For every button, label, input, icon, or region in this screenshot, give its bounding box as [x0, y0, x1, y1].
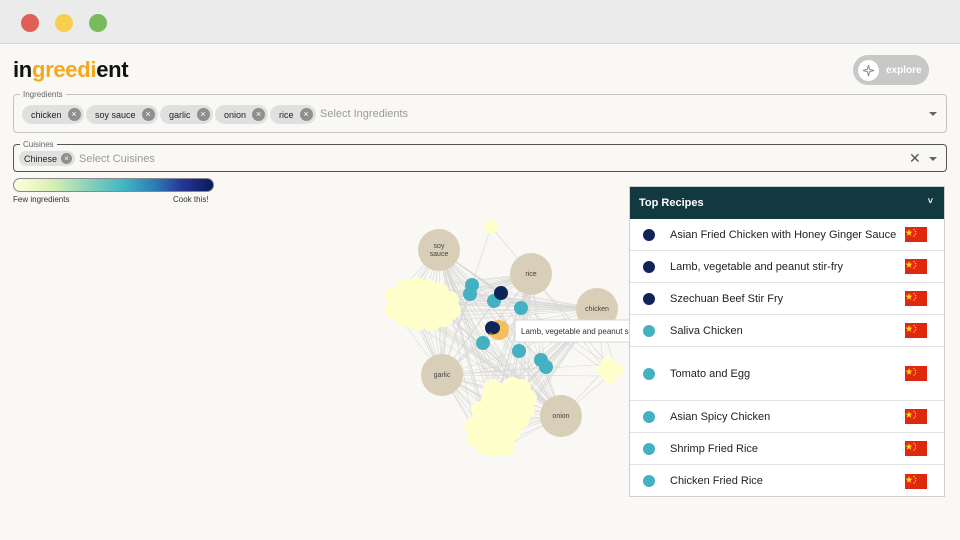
- explore-button-label: explore: [886, 64, 922, 76]
- remove-chip-icon[interactable]: ×: [67, 108, 81, 121]
- ingredient-chip-soy-sauce[interactable]: soy sauce ×: [86, 105, 158, 124]
- explore-button[interactable]: explore: [853, 55, 929, 85]
- recipe-score-dot: [643, 324, 655, 337]
- cuisines-dropdown-icon[interactable]: [929, 157, 937, 161]
- ingredient-chip-chicken[interactable]: chicken ×: [22, 105, 84, 124]
- recipe-score-dot: [643, 442, 655, 455]
- cuisine-chip-chinese[interactable]: Chinese ×: [19, 151, 76, 166]
- recipe-tooltip-text: Lamb, vegetable and peanut s: [521, 327, 629, 336]
- recipe-name: Lamb, vegetable and peanut stir-fry: [670, 260, 844, 273]
- logo-text-greedi: greedi: [31, 57, 97, 82]
- ingredients-search-input[interactable]: Select Ingredients: [320, 108, 408, 120]
- ingredients-dropdown-icon[interactable]: [929, 112, 937, 116]
- recipe-score-dot: [643, 410, 655, 423]
- china-flag-icon: [905, 323, 927, 338]
- recipe-node[interactable]: [512, 344, 526, 358]
- recipe-score-dot: [643, 260, 655, 273]
- china-flag-icon: [905, 227, 927, 242]
- recipe-list: Asian Fried Chicken with Honey Ginger Sa…: [630, 219, 944, 497]
- minimize-window-button[interactable]: [55, 14, 73, 32]
- ingredient-chip-onion[interactable]: onion ×: [215, 105, 269, 124]
- remove-chip-icon[interactable]: ×: [299, 108, 313, 121]
- app-logo[interactable]: ingreedient: [13, 57, 129, 83]
- recipe-name: Szechuan Beef Stir Fry: [670, 292, 784, 305]
- china-flag-icon: [905, 473, 927, 489]
- recipe-node[interactable]: [441, 291, 459, 309]
- recipe-node[interactable]: [514, 301, 528, 315]
- chip-label: soy sauce: [95, 109, 136, 120]
- recipe-name: Chicken Fried Rice: [670, 475, 763, 487]
- recipe-row[interactable]: Asian Spicy Chicken: [630, 401, 944, 433]
- china-flag-icon: [905, 259, 927, 274]
- chevron-down-icon[interactable]: ˅: [928, 196, 933, 206]
- recipe-row[interactable]: Szechuan Beef Stir Fry: [630, 283, 944, 315]
- ingredient-node-label: sauce: [430, 251, 449, 258]
- recipe-row[interactable]: Saliva Chicken: [630, 315, 944, 347]
- recipe-node[interactable]: [539, 360, 553, 374]
- recipe-node[interactable]: [463, 287, 477, 301]
- recipe-name: Asian Fried Chicken with Honey Ginger Sa…: [670, 228, 897, 241]
- top-recipes-panel: Top Recipes ˅ Asian Fried Chicken with H…: [629, 186, 945, 497]
- recipe-node[interactable]: [493, 411, 511, 429]
- cuisines-search-input[interactable]: Select Cuisines: [79, 153, 155, 165]
- maximize-window-button[interactable]: [89, 14, 107, 32]
- recipe-name: Asian Spicy Chicken: [670, 410, 771, 423]
- recipe-row[interactable]: Tomato and Egg: [630, 347, 944, 401]
- ingredient-node-label: soy: [434, 243, 445, 250]
- ingredient-node-label: rice: [525, 271, 536, 278]
- recipe-node[interactable]: [484, 220, 498, 234]
- chip-label: rice: [279, 109, 294, 120]
- remove-chip-icon[interactable]: ×: [196, 108, 210, 121]
- ingredient-node[interactable]: [418, 229, 460, 271]
- logo-text-in: in: [13, 57, 32, 82]
- recipe-node[interactable]: [483, 379, 501, 397]
- recipe-node[interactable]: [597, 363, 611, 377]
- china-flag-icon: [905, 441, 927, 456]
- recipe-node[interactable]: [476, 336, 490, 350]
- recipe-node[interactable]: [509, 391, 527, 409]
- recipe-node[interactable]: [479, 427, 497, 445]
- china-flag-icon: [905, 291, 927, 306]
- recipe-row[interactable]: Asian Fried Chicken with Honey Ginger Sa…: [630, 219, 944, 251]
- ingredient-recipe-graph[interactable]: soysauce rice chicken garlic onion Lamb, vege…: [0, 190, 640, 490]
- recipe-score-dot: [643, 475, 655, 487]
- chip-label: chicken: [31, 109, 62, 120]
- remove-chip-icon[interactable]: ×: [61, 153, 73, 164]
- recipe-row[interactable]: Lamb, vegetable and peanut stir-fry: [630, 251, 944, 283]
- ingredient-chip-garlic[interactable]: garlic ×: [160, 105, 213, 124]
- cuisines-legend: Cuisines: [23, 140, 54, 149]
- sparkle-icon: [858, 59, 879, 81]
- recipe-node[interactable]: [407, 297, 425, 315]
- ingredient-node-label: onion: [552, 413, 569, 420]
- ingredient-node-label: garlic: [434, 372, 451, 379]
- remove-chip-icon[interactable]: ×: [252, 108, 266, 121]
- chip-label: garlic: [169, 109, 191, 120]
- logo-text-ent: ent: [96, 57, 129, 82]
- recipe-name: Tomato and Egg: [670, 367, 751, 380]
- ingredient-chip-rice[interactable]: rice ×: [270, 105, 316, 124]
- recipe-node[interactable]: [429, 307, 447, 325]
- ingredients-legend: Ingredients: [23, 90, 63, 99]
- chip-label: onion: [224, 109, 247, 120]
- china-flag-icon: [905, 409, 927, 424]
- chip-label: Chinese: [24, 153, 58, 164]
- recipe-row[interactable]: Chicken Fried Rice: [630, 465, 944, 497]
- recipe-row[interactable]: Shrimp Fried Rice: [630, 433, 944, 465]
- window-titlebar: [0, 0, 960, 44]
- top-recipes-title: Top Recipes: [639, 197, 704, 209]
- ingredient-node-label: chicken: [585, 306, 609, 313]
- china-flag-icon: [905, 366, 927, 381]
- recipe-score-dot: [643, 367, 655, 380]
- recipe-score-dot: [643, 292, 655, 305]
- recipe-score-dot: [643, 228, 655, 241]
- clear-cuisines-icon[interactable]: ✕: [909, 151, 921, 165]
- top-recipes-header[interactable]: Top Recipes ˅: [630, 187, 944, 219]
- close-window-button[interactable]: [21, 14, 39, 32]
- recipe-name: Saliva Chicken: [670, 324, 743, 337]
- remove-chip-icon[interactable]: ×: [141, 108, 155, 121]
- recipe-node[interactable]: [497, 437, 515, 455]
- recipe-name: Shrimp Fried Rice: [670, 442, 759, 455]
- recipe-node[interactable]: [494, 286, 508, 300]
- hovered-recipe-core: [488, 322, 500, 334]
